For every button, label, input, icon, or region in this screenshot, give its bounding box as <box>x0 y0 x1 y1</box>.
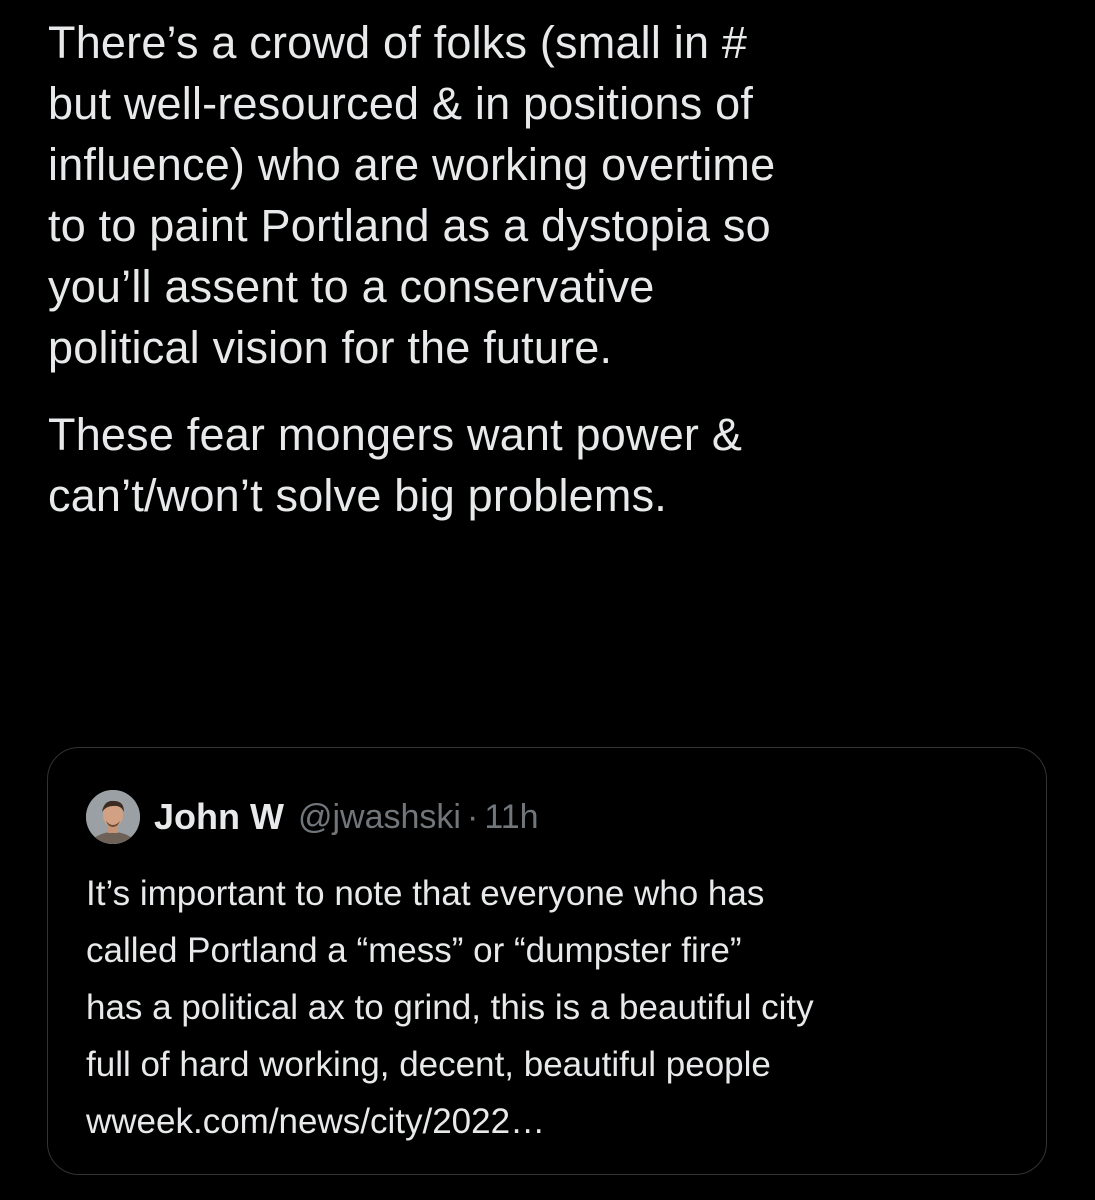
avatar-image <box>86 790 140 844</box>
tweet-text-paragraph-1: There’s a crowd of folks (small in # but… <box>48 17 776 373</box>
avatar[interactable] <box>86 790 140 844</box>
separator-dot: · <box>466 797 479 836</box>
quoted-author-name[interactable]: John W <box>154 796 284 838</box>
tweet: There’s a crowd of folks (small in # but… <box>48 12 1058 526</box>
quoted-tweet-text: It’s important to note that everyone who… <box>86 874 814 1141</box>
quoted-tweet-card[interactable]: John W @jwashski · 11h It’s important to… <box>47 747 1047 1175</box>
quoted-timestamp[interactable]: 11h <box>484 798 538 837</box>
quoted-tweet-header: John W @jwashski · 11h <box>86 790 539 844</box>
quoted-author-handle[interactable]: @jwashski <box>298 798 461 837</box>
tweet-text-paragraph-2: These fear mongers want power & can’t/wo… <box>48 409 743 521</box>
